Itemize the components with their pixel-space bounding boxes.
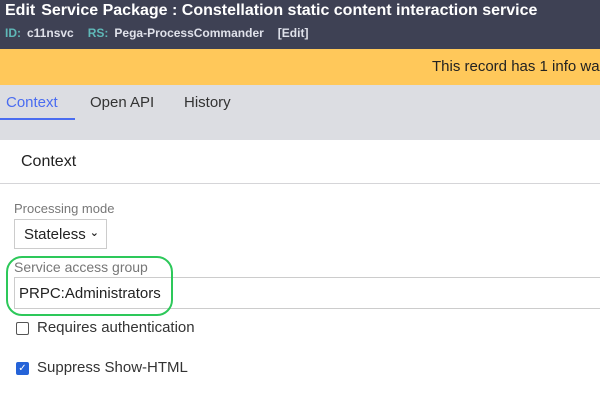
tab-context[interactable]: Context — [6, 94, 58, 111]
processing-mode-select[interactable]: Stateless ⌄ — [14, 219, 107, 249]
title-text: Service Package : Constellation static c… — [41, 2, 538, 19]
highlight-annotation — [6, 256, 173, 316]
active-tab-indicator — [0, 118, 75, 120]
tab-history[interactable]: History — [184, 94, 231, 111]
info-banner: This record has 1 info wa — [0, 49, 600, 85]
requires-authentication-checkbox[interactable] — [16, 322, 29, 335]
record-header: Edit Service Package : Constellation stat… — [0, 0, 600, 49]
id-value: c11nsvc — [27, 26, 74, 40]
rs-label: RS: — [87, 26, 109, 40]
processing-mode-value: Stateless — [24, 226, 86, 243]
id-label: ID: — [5, 26, 21, 40]
divider — [0, 183, 600, 184]
record-meta: ID: c11nsvc RS: Pega-ProcessCommander [Edit] — [5, 26, 308, 40]
tab-bar: Context Open API History — [0, 85, 600, 140]
section-title: Context — [21, 153, 77, 170]
edit-mode-label: Edit — [5, 2, 36, 19]
suppress-show-html-label[interactable]: Suppress Show-HTML — [37, 359, 188, 376]
chevron-down-icon: ⌄ — [89, 227, 99, 239]
tab-open-api[interactable]: Open API — [90, 94, 154, 111]
suppress-show-html-checkbox[interactable]: ✓ — [16, 362, 29, 375]
banner-text: This record has 1 info wa — [432, 58, 600, 75]
checkmark-icon: ✓ — [18, 363, 27, 374]
processing-mode-label: Processing mode — [14, 201, 115, 216]
rs-value: Pega-ProcessCommander — [114, 26, 264, 40]
edit-ruleset-link[interactable]: [Edit] — [278, 26, 309, 40]
requires-authentication-label[interactable]: Requires authentication — [37, 319, 195, 336]
record-title: Edit Service Package : Constellation stat… — [5, 2, 537, 20]
